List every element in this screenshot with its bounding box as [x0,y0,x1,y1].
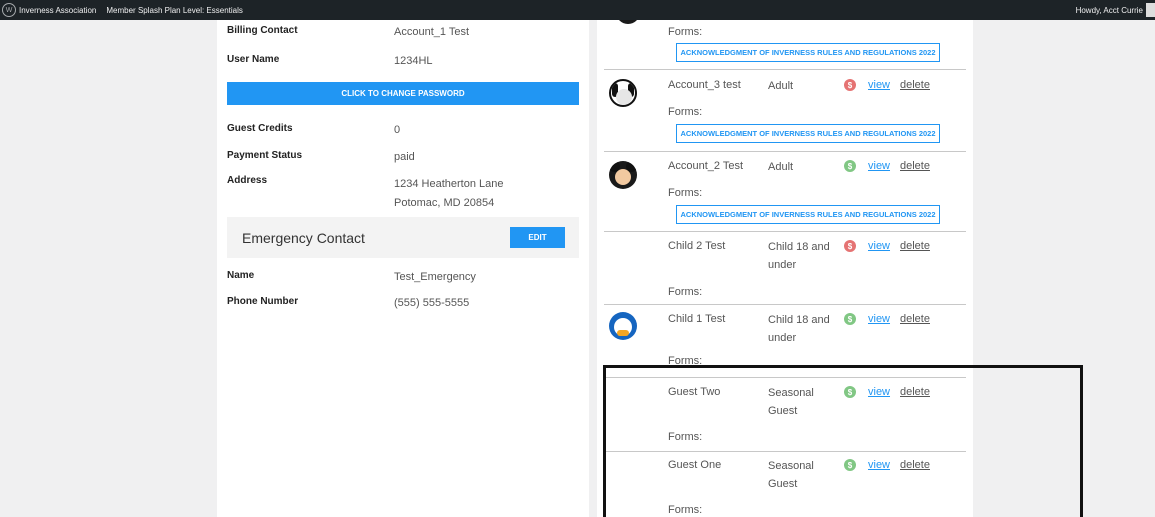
form-document-button[interactable]: ACKNOWLEDGMENT OF INVERNESS RULES AND RE… [676,43,940,62]
address-row: Address 1234 Heatherton Lane Potomac, MD… [227,175,587,213]
member-row-partial: Forms: ACKNOWLEDGMENT OF INVERNESS RULES… [604,20,966,70]
forms-label: Forms: [668,355,703,367]
payment-unpaid-icon: $ [844,240,856,252]
username-row: User Name 1234HL [227,54,587,68]
payment-paid-icon: $ [844,459,856,471]
wordpress-logo-icon[interactable]: W [2,3,16,17]
member-name: Child 1 Test [668,313,726,325]
delete-member-link[interactable]: delete [900,160,930,172]
username-value: 1234HL [394,55,433,67]
forms-label: Forms: [668,286,703,298]
user-avatar[interactable] [1146,3,1155,17]
guest-credits-label: Guest Credits [227,123,293,134]
howdy-account-link[interactable]: Howdy, Acct Currie [1076,0,1143,20]
guest-credits-row: Guest Credits 0 [227,123,587,137]
delete-member-link[interactable]: delete [900,240,930,252]
member-type-line2: under [768,332,797,344]
forms-label: Forms: [668,431,703,443]
payment-paid-icon: $ [844,313,856,325]
member-type: Child 18 and under [768,311,838,347]
member-row: Guest One Seasonal Guest $ view delete F… [604,452,966,517]
member-type: Child 18 and under [768,238,838,274]
avatar-face [615,169,631,185]
member-name: Account_3 test [668,79,741,91]
plan-level-link[interactable]: Member Splash Plan Level: Essentials [106,6,243,15]
member-name: Guest Two [668,386,721,398]
edit-emergency-button[interactable]: EDIT [510,227,565,248]
member-row: Account_2 Test Adult $ view delete Forms… [604,152,966,232]
avatar-face [616,89,632,105]
billing-contact-row: Billing Contact Account_1 Test [227,25,587,39]
view-member-link[interactable]: view [868,459,890,471]
forms-label: Forms: [668,26,703,38]
member-type-line2: Guest [768,478,798,490]
emergency-phone-row: Phone Number (555) 555-5555 [227,296,587,310]
form-document-button[interactable]: ACKNOWLEDGMENT OF INVERNESS RULES AND RE… [676,205,940,224]
donald-avatar [609,312,637,340]
member-name: Child 2 Test [668,240,726,252]
emergency-contact-title: Emergency Contact [242,230,365,246]
emergency-phone-label: Phone Number [227,296,299,307]
view-member-link[interactable]: view [868,313,890,325]
member-type: Adult [768,80,794,92]
forms-label: Forms: [668,106,703,118]
payment-status-row: Payment Status paid [227,150,587,164]
site-name-link[interactable]: Inverness Association [19,6,96,15]
member-row: Account_3 test Adult $ view delete Forms… [604,70,966,152]
payment-paid-icon: $ [844,386,856,398]
billing-contact-value: Account_1 Test [394,26,470,38]
member-type: Seasonal Guest [768,457,838,493]
member-row: Guest Two Seasonal Guest $ view delete F… [604,378,966,452]
member-avatar-partial [616,20,640,24]
member-type: Adult [768,161,794,173]
emergency-contact-header: Emergency Contact EDIT [227,217,579,258]
billing-contact-label: Billing Contact [227,25,298,36]
view-member-link[interactable]: view [868,79,890,91]
delete-member-link[interactable]: delete [900,313,930,325]
member-type-line1: Seasonal [768,387,814,399]
forms-label: Forms: [668,187,703,199]
emergency-phone-value: (555) 555-5555 [394,297,470,309]
guest-credits-value: 0 [394,124,401,136]
address-value: 1234 Heatherton Lane Potomac, MD 20854 [394,175,503,213]
members-panel: Forms: ACKNOWLEDGMENT OF INVERNESS RULES… [597,20,973,517]
payment-status-label: Payment Status [227,150,303,161]
address-label: Address [227,175,268,186]
emergency-name-label: Name [227,270,255,281]
change-password-button[interactable]: CLICK TO CHANGE PASSWORD [227,82,579,105]
username-label: User Name [227,54,280,65]
form-document-button[interactable]: ACKNOWLEDGMENT OF INVERNESS RULES AND RE… [676,124,940,143]
view-member-link[interactable]: view [868,160,890,172]
admin-bar: W Inverness Association Member Splash Pl… [0,0,1155,20]
member-type-line2: Guest [768,405,798,417]
member-row: Child 2 Test Child 18 and under $ view d… [604,232,966,305]
delete-member-link[interactable]: delete [900,459,930,471]
member-type: Seasonal Guest [768,384,838,420]
member-type-line1: Child 18 and [768,314,830,326]
member-name: Guest One [668,459,722,471]
delete-member-link[interactable]: delete [900,386,930,398]
forms-label: Forms: [668,504,703,516]
emergency-name-row: Name Test_Emergency [227,270,587,284]
view-member-link[interactable]: view [868,386,890,398]
payment-unpaid-icon: $ [844,79,856,91]
delete-member-link[interactable]: delete [900,79,930,91]
mickey-avatar [609,161,637,189]
avatar-beak [617,330,629,336]
member-type-line1: Seasonal [768,460,814,472]
payment-paid-icon: $ [844,160,856,172]
goofy-avatar [609,79,637,107]
emergency-name-value: Test_Emergency [394,271,476,283]
address-line2: Potomac, MD 20854 [394,197,495,209]
payment-status-value: paid [394,151,415,163]
member-type-line2: under [768,259,797,271]
member-name: Account_2 Test [668,160,744,172]
member-row: Child 1 Test Child 18 and under $ view d… [604,305,966,378]
view-member-link[interactable]: view [868,240,890,252]
address-line1: 1234 Heatherton Lane [394,178,504,190]
member-type-line1: Child 18 and [768,241,830,253]
account-details-panel: Billing Contact Account_1 Test User Name… [217,20,589,517]
